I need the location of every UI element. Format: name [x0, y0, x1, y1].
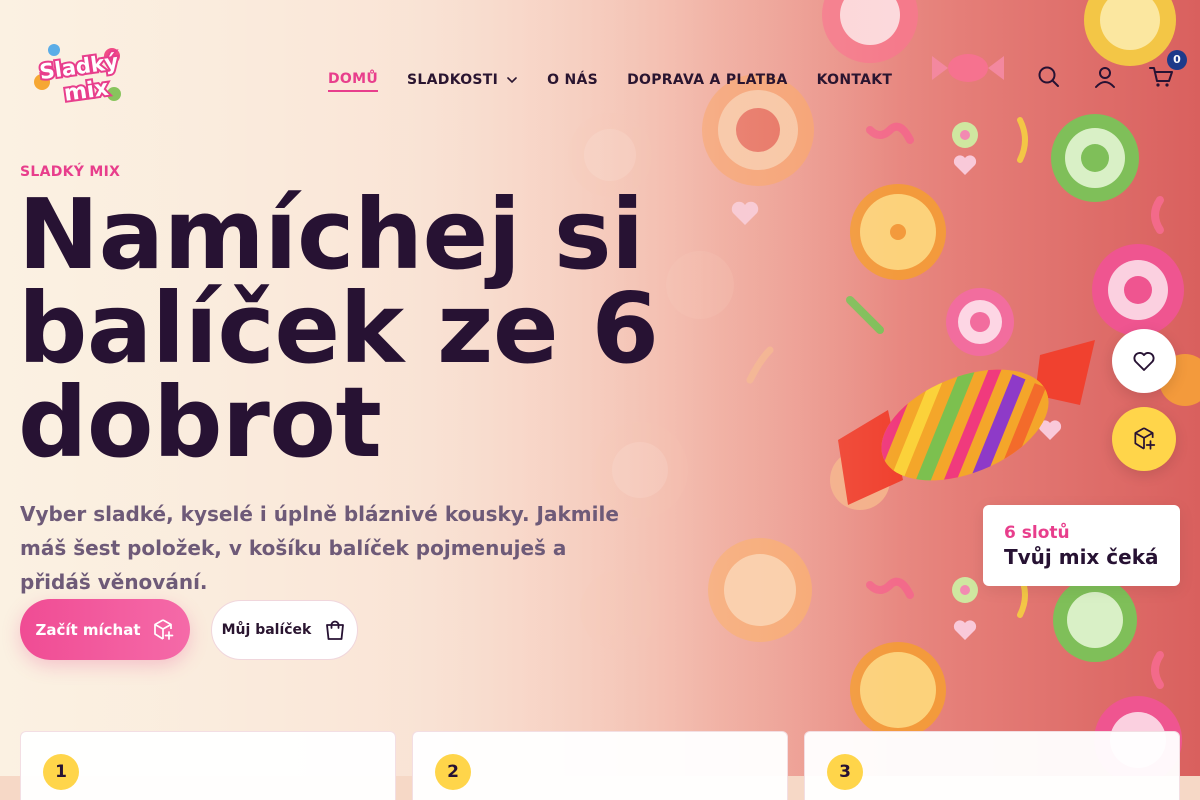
headline-line: dobrot: [18, 366, 382, 479]
nav-item-label: KONTAKT: [816, 72, 893, 88]
favorites-button[interactable]: [1112, 329, 1176, 393]
search-icon[interactable]: [1036, 64, 1062, 90]
nav-item-about[interactable]: O NÁS: [547, 69, 598, 91]
heart-icon: [1133, 351, 1155, 371]
logo-text-line2: mix: [62, 76, 110, 107]
step-card: 3: [804, 731, 1180, 800]
step-number-badge: 3: [827, 754, 863, 790]
nav-item-label: SLADKOSTI: [407, 72, 499, 88]
hero-headline: Namíchej si balíček ze 6 dobrot: [18, 186, 718, 471]
chevron-down-icon: [507, 77, 517, 84]
step-card: 2: [412, 731, 788, 800]
box-add-icon: [1134, 427, 1156, 450]
mix-status-card: 6 slotů Tvůj mix čeká: [983, 505, 1180, 586]
step-number-badge: 2: [435, 754, 471, 790]
my-package-label: Můj balíček: [221, 622, 312, 638]
mix-status-title: Tvůj mix čeká: [1004, 545, 1159, 569]
hero-lead-text: Vyber sladké, kyselé i úplně bláznivé ko…: [20, 502, 619, 594]
nav-item-label: DOPRAVA A PLATBA: [627, 72, 788, 88]
box-add-icon: [153, 618, 173, 640]
nav-item-home[interactable]: DOMŮ: [328, 68, 379, 92]
mix-slots-count: 6 slotů: [1004, 523, 1070, 543]
user-icon[interactable]: [1092, 64, 1118, 90]
brand-logo[interactable]: Sladký mix: [34, 42, 122, 109]
nav-item-sweets[interactable]: SLADKOSTI: [407, 69, 518, 91]
step-card: 1: [20, 731, 396, 800]
mix-box-button[interactable]: [1112, 407, 1176, 471]
nav-item-label: DOMŮ: [328, 71, 379, 87]
nav-item-contact[interactable]: KONTAKT: [817, 69, 893, 91]
start-mixing-button[interactable]: Začít míchat: [20, 599, 190, 660]
shopping-bag-icon: [326, 620, 345, 640]
start-mixing-label: Začít míchat: [35, 620, 141, 639]
my-package-button[interactable]: Můj balíček: [211, 600, 358, 660]
step-number-badge: 1: [43, 754, 79, 790]
nav-item-label: O NÁS: [547, 72, 599, 88]
main-navigation: DOMŮ SLADKOSTI O NÁS DOPRAVA A PLATBA KO…: [328, 68, 921, 92]
cart-count-badge: 0: [1167, 50, 1187, 70]
nav-item-shipping[interactable]: DOPRAVA A PLATBA: [627, 69, 788, 91]
